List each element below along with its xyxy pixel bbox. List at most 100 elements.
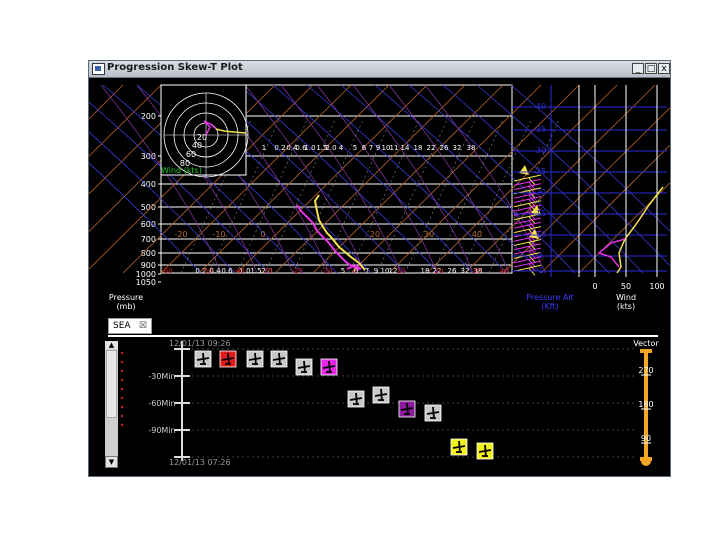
- mixing-ratio-label: 11: [390, 144, 399, 152]
- hodograph-ring-label: 40: [192, 141, 202, 150]
- vector-slider[interactable]: Vector 270 180 90: [633, 339, 659, 466]
- temperature-label: 40: [472, 230, 482, 239]
- marker-dot: [120, 396, 124, 400]
- mixing-ratio-label: 26: [440, 144, 449, 152]
- maximize-button[interactable]: □: [645, 63, 657, 74]
- temperature-label: 20: [370, 230, 380, 239]
- altitude-tick-label: 15: [536, 209, 546, 218]
- wind-barb-pennant: [519, 165, 529, 175]
- aircraft-marker[interactable]: [372, 386, 390, 404]
- hodograph-ring-label: 60: [186, 150, 196, 159]
- altitude-axis-title: Pressure Alt: [526, 293, 574, 302]
- tab-label: SEA: [113, 321, 131, 331]
- isotherm-base-label: 30: [473, 267, 482, 275]
- marker-dot: [120, 405, 124, 409]
- isotherm-base-label: -10: [321, 267, 332, 275]
- wind-tick-label: 100: [649, 282, 664, 291]
- minimize-button[interactable]: _: [632, 63, 644, 74]
- altitude-axis-unit: (Kft): [541, 302, 558, 311]
- altitude-tick-label: 30: [536, 146, 546, 155]
- mixing-ratio-label: 18: [414, 144, 423, 152]
- aircraft-marker[interactable]: [219, 350, 237, 368]
- isotherm-base-label: 10: [397, 267, 406, 275]
- mixing-ratio-label: 9: [374, 267, 378, 275]
- aircraft-marker[interactable]: [398, 400, 416, 418]
- aircraft-timeline: 12/01/13 09:26 12/01/13 07:26 -30Min -60M…: [120, 339, 659, 467]
- aircraft-marker[interactable]: [194, 350, 212, 368]
- mixing-ratio-label: 0.6: [221, 267, 233, 275]
- vector-title: Vector: [633, 339, 659, 348]
- temperature-label: 30: [424, 230, 434, 239]
- altitude-tick-label: 40: [536, 102, 546, 111]
- mixing-ratio-label: 1: [262, 144, 266, 152]
- altitude-tick-label: 35: [536, 125, 546, 134]
- aircraft-marker[interactable]: [450, 438, 468, 456]
- aircraft-marker[interactable]: [347, 390, 365, 408]
- mixing-ratio-label: 5: [341, 267, 345, 275]
- wind-speed-profile: [616, 186, 664, 274]
- mixing-ratio-label: 1.0: [304, 144, 315, 152]
- timeline-interval-label: -60Min: [148, 399, 175, 408]
- mixing-ratio-label: 7: [365, 267, 369, 275]
- altitude-tick-label: 5: [538, 251, 543, 260]
- isotherm-base-label: -50: [201, 267, 212, 275]
- mixing-ratio-label: 22: [427, 144, 436, 152]
- app-icon: [92, 63, 105, 75]
- timeline-start-time: 12/01/13 09:26: [169, 339, 231, 348]
- isotherm-base-label: -30: [261, 267, 272, 275]
- wind-tick-label: 50: [621, 282, 631, 291]
- mixing-ratio-label: 14: [401, 144, 410, 152]
- altitude-tick-label: 25: [536, 167, 546, 176]
- mixing-ratio-label: 18: [421, 267, 430, 275]
- tab-close-icon[interactable]: ☒: [139, 319, 147, 333]
- temperature-label: 0: [260, 230, 265, 239]
- altitude-tick-label: 10: [536, 230, 546, 239]
- mixing-ratio-label: 5: [353, 144, 357, 152]
- pressure-axis-title: Pressure: [109, 293, 143, 302]
- isotherm-base-label: 0: [353, 267, 357, 275]
- timeline-interval-label: -30Min: [148, 372, 175, 381]
- hodograph: 20406080 Wind (kts): [160, 84, 249, 178]
- altitude-tick-label: 1: [538, 266, 543, 275]
- mixing-ratio-label: 2.0: [325, 144, 336, 152]
- mixing-ratio-label: 26: [448, 267, 457, 275]
- mixing-ratio-label: 0.2: [274, 144, 285, 152]
- aircraft-marker[interactable]: [270, 350, 288, 368]
- isotherm-base-label: -20: [291, 267, 302, 275]
- tab-strip: SEA ☒: [108, 318, 658, 337]
- wind-axis-title: Wind: [616, 293, 636, 302]
- skewt-plot-area: 20030040050060070080090010001050 1 0.2 0.4…: [89, 84, 670, 311]
- timeline-interval-label: -90Min: [148, 426, 175, 435]
- isotherm-line: [578, 182, 670, 274]
- vector-tick-label: 90: [641, 434, 651, 443]
- marker-dot: [120, 378, 124, 382]
- pressure-axis-unit: (mb): [116, 302, 135, 311]
- window-title: Progression Skew-T Plot: [107, 62, 243, 73]
- temperature-label: -20: [174, 230, 187, 239]
- isotherm-base-label: -60: [161, 267, 172, 275]
- aircraft-marker[interactable]: [320, 358, 338, 376]
- mixing-ratio-label: 1.5: [250, 267, 261, 275]
- aircraft-marker[interactable]: [476, 442, 494, 460]
- mixing-ratio-label: 38: [467, 144, 476, 152]
- mixing-ratio-label: 32: [461, 267, 470, 275]
- aircraft-marker[interactable]: [246, 350, 264, 368]
- altitude-tick-label: 20: [536, 188, 546, 197]
- timeline-end-time: 12/01/13 07:26: [169, 458, 231, 467]
- isotherm-base-label: 40: [500, 267, 509, 275]
- vector-slider-handle: [641, 456, 651, 466]
- skewt-window: Progression Skew-T Plot _ □ x 200 300 400 5…: [88, 60, 671, 477]
- aircraft-marker[interactable]: [295, 358, 313, 376]
- title-bar[interactable]: Progression Skew-T Plot _ □ x: [89, 61, 670, 78]
- wind-tick-label: 0: [592, 282, 597, 291]
- wind-axis-unit: (kts): [617, 302, 635, 311]
- aircraft-marker[interactable]: [424, 404, 442, 422]
- isotherm-line: [502, 107, 670, 274]
- tab-sea[interactable]: SEA ☒: [108, 318, 152, 334]
- marker-dot: [120, 351, 124, 355]
- close-button[interactable]: x: [658, 63, 670, 74]
- hodograph-label: Wind (kts): [161, 166, 202, 175]
- pressure-tick-label: 900: [141, 261, 156, 270]
- isotherm-base-label: -40: [233, 267, 244, 275]
- mixing-ratio-label: 6: [362, 144, 367, 152]
